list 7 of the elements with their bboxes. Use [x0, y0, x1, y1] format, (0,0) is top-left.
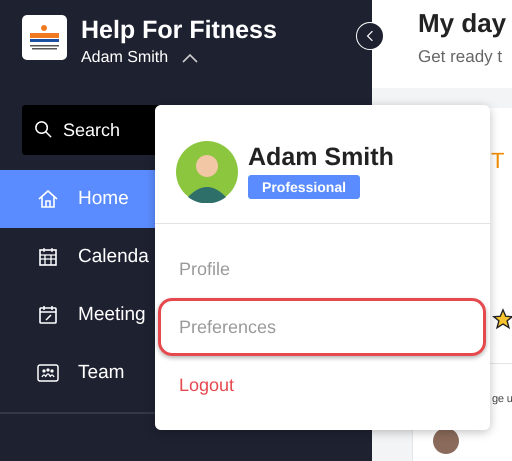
- app-title: Help For Fitness: [81, 15, 277, 45]
- note-text: ge u: [492, 393, 512, 405]
- task-label: T: [491, 148, 504, 174]
- plan-badge: Professional: [248, 175, 360, 199]
- user-name: Adam Smith: [248, 143, 394, 172]
- page-subtitle: Get ready t: [418, 47, 504, 67]
- page-title: My day: [418, 8, 508, 39]
